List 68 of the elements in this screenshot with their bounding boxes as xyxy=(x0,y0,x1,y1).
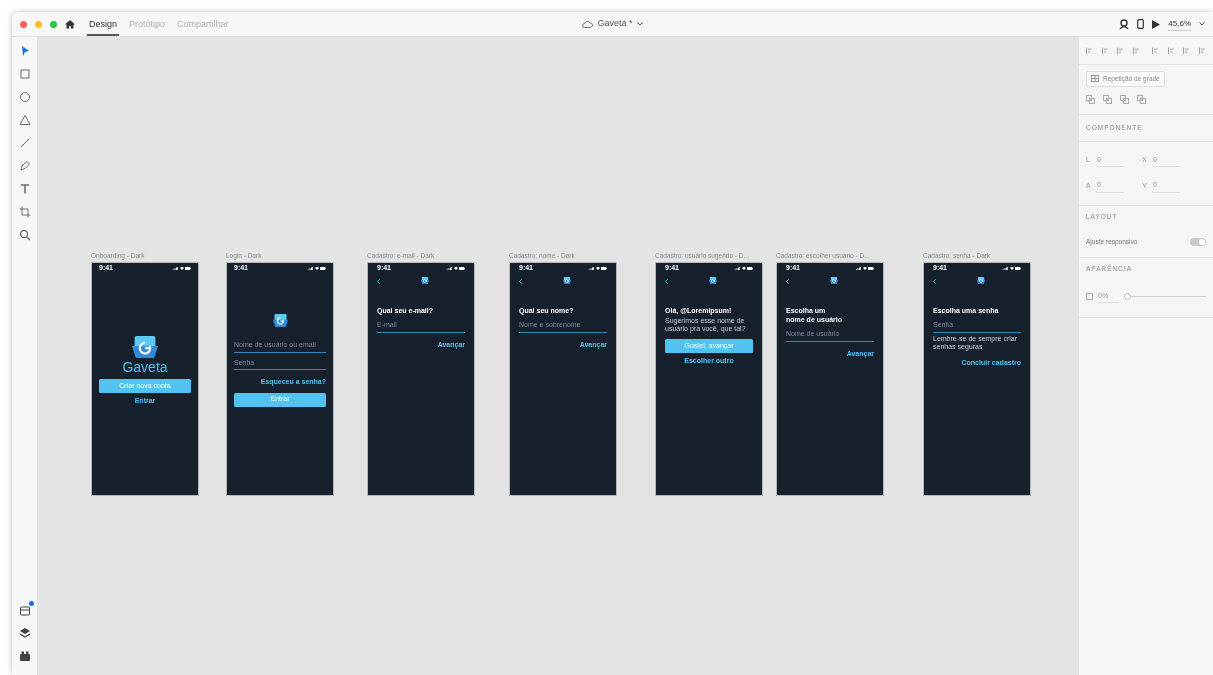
battery-icon xyxy=(185,267,191,270)
align-icon[interactable] xyxy=(1132,46,1140,55)
home-icon[interactable] xyxy=(65,19,75,29)
wifi-icon xyxy=(453,267,458,270)
line-icon[interactable] xyxy=(18,137,31,149)
zoom-icon[interactable] xyxy=(18,229,31,241)
tab[interactable]: Compartilhar xyxy=(175,13,231,37)
wifi-icon xyxy=(179,267,184,270)
wifi-icon xyxy=(862,267,867,270)
play-icon[interactable] xyxy=(1152,19,1161,29)
caret-icon[interactable] xyxy=(636,22,643,26)
signal-icon xyxy=(308,267,313,270)
layers-icon[interactable] xyxy=(18,627,31,639)
cloud-icon xyxy=(582,20,594,28)
crop-frame-icon[interactable] xyxy=(18,206,31,218)
signal-icon xyxy=(173,267,178,270)
toggle-switch[interactable] xyxy=(1190,238,1206,247)
logo-icon xyxy=(272,314,288,327)
signal-icon xyxy=(735,267,740,270)
logo-icon xyxy=(830,277,838,284)
align-icon[interactable] xyxy=(1101,46,1109,55)
battery-icon xyxy=(1015,267,1021,270)
boolean-icon[interactable] xyxy=(1120,94,1129,104)
battery-icon xyxy=(747,267,753,270)
boolean-icon[interactable] xyxy=(1086,94,1095,104)
battery-icon xyxy=(868,267,874,270)
triangle-icon[interactable] xyxy=(18,114,31,126)
wifi-icon xyxy=(314,267,319,270)
battery-icon xyxy=(320,267,326,270)
boolean-icon[interactable] xyxy=(1137,94,1146,104)
logo-wordmark: Gaveta xyxy=(122,360,168,374)
logo-icon xyxy=(132,336,158,358)
plugin-icon[interactable] xyxy=(18,604,31,616)
wifi-icon xyxy=(1009,267,1014,270)
pen-icon[interactable] xyxy=(18,160,31,172)
zoom-level[interactable]: 45,6% xyxy=(1168,17,1191,31)
text-icon[interactable] xyxy=(18,183,31,195)
signal-icon xyxy=(856,267,861,270)
logo-icon xyxy=(977,277,985,284)
battery-icon xyxy=(459,267,465,270)
back-icon[interactable] xyxy=(665,278,668,284)
user-icon[interactable] xyxy=(1119,19,1130,29)
logo-icon xyxy=(709,277,717,284)
wifi-icon xyxy=(595,267,600,270)
library-icon[interactable] xyxy=(18,650,31,662)
back-icon[interactable] xyxy=(933,278,936,284)
align-icon[interactable] xyxy=(1117,46,1125,55)
signal-icon xyxy=(447,267,452,270)
logo-icon xyxy=(421,277,429,284)
back-icon[interactable] xyxy=(519,278,522,284)
grid-icon xyxy=(1091,75,1099,83)
battery-icon xyxy=(601,267,607,270)
signal-icon xyxy=(589,267,594,270)
checkbox-icon[interactable] xyxy=(1086,293,1093,300)
slider-thumb[interactable] xyxy=(1124,293,1131,300)
ellipse-icon[interactable] xyxy=(18,91,31,103)
document-title: Gaveta * xyxy=(597,17,633,31)
wifi-icon xyxy=(741,267,746,270)
back-icon[interactable] xyxy=(786,278,789,284)
logo-icon xyxy=(563,277,571,284)
boolean-icon[interactable] xyxy=(1103,94,1112,104)
rectangle-icon[interactable] xyxy=(18,68,31,80)
phone-icon[interactable] xyxy=(1137,19,1145,29)
back-icon[interactable] xyxy=(377,278,380,284)
align-icon[interactable] xyxy=(1086,46,1094,55)
caret-icon[interactable] xyxy=(1199,22,1205,26)
signal-icon xyxy=(1003,267,1008,270)
tab[interactable]: Protótipo xyxy=(127,13,168,37)
